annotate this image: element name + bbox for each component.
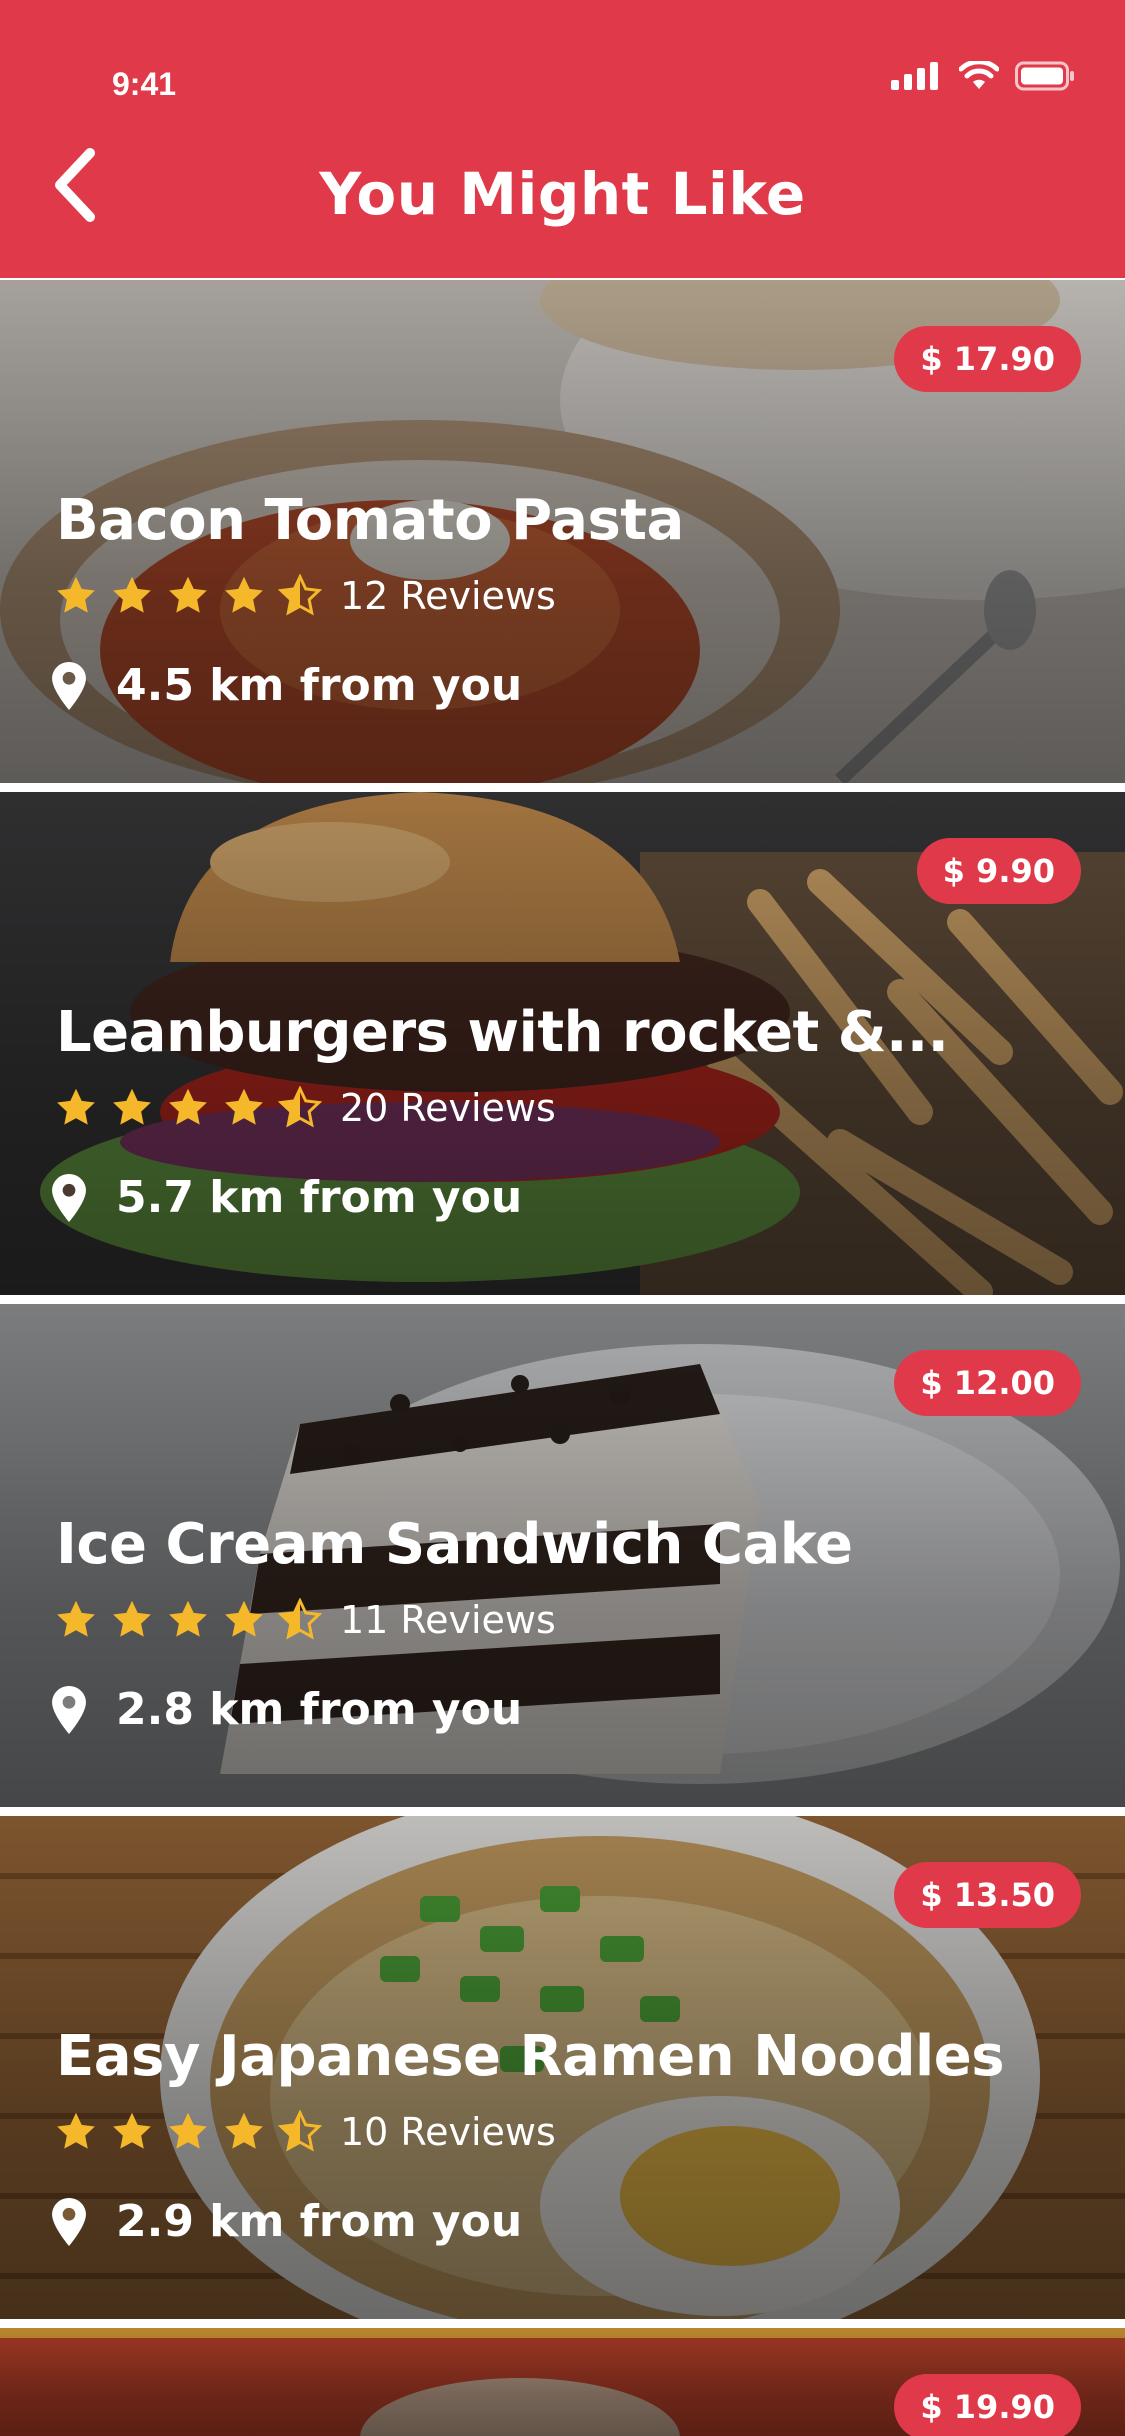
food-card-leanburgers[interactable]: $ 9.90 Leanburgers with rocket &... 20 R… xyxy=(0,792,1125,1295)
distance-text: 4.5 km from you xyxy=(116,660,523,711)
star-icon xyxy=(225,576,263,613)
star-icon xyxy=(169,1600,207,1637)
rating-row: 12 Reviews xyxy=(54,574,556,618)
half-star-icon xyxy=(278,2110,322,2152)
distance-text: 5.7 km from you xyxy=(116,1172,523,1223)
half-star-icon xyxy=(278,574,322,616)
star-rating xyxy=(54,574,322,618)
price-badge: $ 12.00 xyxy=(894,1350,1081,1416)
distance-row: 5.7 km from you xyxy=(52,1172,522,1223)
star-rating xyxy=(54,1086,322,1130)
food-name: Leanburgers with rocket &... xyxy=(56,1000,949,1065)
food-card-partial[interactable]: $ 19.90 xyxy=(0,2328,1125,2436)
location-pin-icon xyxy=(52,661,86,710)
distance-text: 2.9 km from you xyxy=(116,2196,523,2247)
review-count: 11 Reviews xyxy=(340,1598,556,1642)
app-header: 9:41 You Might Like xyxy=(0,0,1125,278)
status-icons xyxy=(891,60,1075,92)
location-pin-icon xyxy=(52,2197,86,2246)
food-card-bacon-tomato-pasta[interactable]: $ 17.90 Bacon Tomato Pasta 12 Reviews 4.… xyxy=(0,280,1125,783)
location-pin-icon xyxy=(52,1173,86,1222)
food-card-japanese-ramen[interactable]: $ 13.50 Easy Japanese Ramen Noodles 10 R… xyxy=(0,1816,1125,2319)
half-star-icon xyxy=(278,1086,322,1128)
star-icon xyxy=(113,2112,151,2149)
star-rating xyxy=(54,1598,322,1642)
price-badge: $ 19.90 xyxy=(894,2374,1081,2436)
star-icon xyxy=(113,1600,151,1637)
distance-row: 2.9 km from you xyxy=(52,2196,522,2247)
star-icon xyxy=(57,1088,95,1125)
star-icon xyxy=(113,1088,151,1125)
star-icon xyxy=(169,1088,207,1125)
distance-row: 2.8 km from you xyxy=(52,1684,522,1735)
distance-text: 2.8 km from you xyxy=(116,1684,523,1735)
star-icon xyxy=(57,2112,95,2149)
food-name: Bacon Tomato Pasta xyxy=(56,488,684,553)
battery-icon xyxy=(1015,61,1074,91)
half-star-icon xyxy=(278,1598,322,1640)
price-badge: $ 17.90 xyxy=(894,326,1081,392)
rating-row: 20 Reviews xyxy=(54,1086,556,1130)
price-badge: $ 13.50 xyxy=(894,1862,1081,1928)
star-icon xyxy=(169,2112,207,2149)
price-badge: $ 9.90 xyxy=(916,838,1081,904)
distance-row: 4.5 km from you xyxy=(52,660,522,711)
review-count: 20 Reviews xyxy=(340,1086,556,1130)
star-icon xyxy=(57,576,95,613)
wifi-icon xyxy=(959,61,999,89)
food-card-ice-cream-sandwich-cake[interactable]: $ 12.00 Ice Cream Sandwich Cake 11 Revie… xyxy=(0,1304,1125,1807)
location-pin-icon xyxy=(52,1685,86,1734)
star-icon xyxy=(57,1600,95,1637)
status-time: 9:41 xyxy=(112,66,177,102)
food-name: Easy Japanese Ramen Noodles xyxy=(56,2024,1005,2089)
review-count: 12 Reviews xyxy=(340,574,556,618)
rating-row: 11 Reviews xyxy=(54,1598,556,1642)
star-icon xyxy=(169,576,207,613)
star-icon xyxy=(225,1088,263,1125)
star-icon xyxy=(225,1600,263,1637)
star-rating xyxy=(54,2110,322,2154)
star-icon xyxy=(225,2112,263,2149)
review-count: 10 Reviews xyxy=(340,2110,556,2154)
page-title: You Might Like xyxy=(319,160,806,228)
rating-row: 10 Reviews xyxy=(54,2110,556,2154)
star-icon xyxy=(113,576,151,613)
food-name: Ice Cream Sandwich Cake xyxy=(56,1512,853,1577)
signal-icon xyxy=(891,62,938,90)
